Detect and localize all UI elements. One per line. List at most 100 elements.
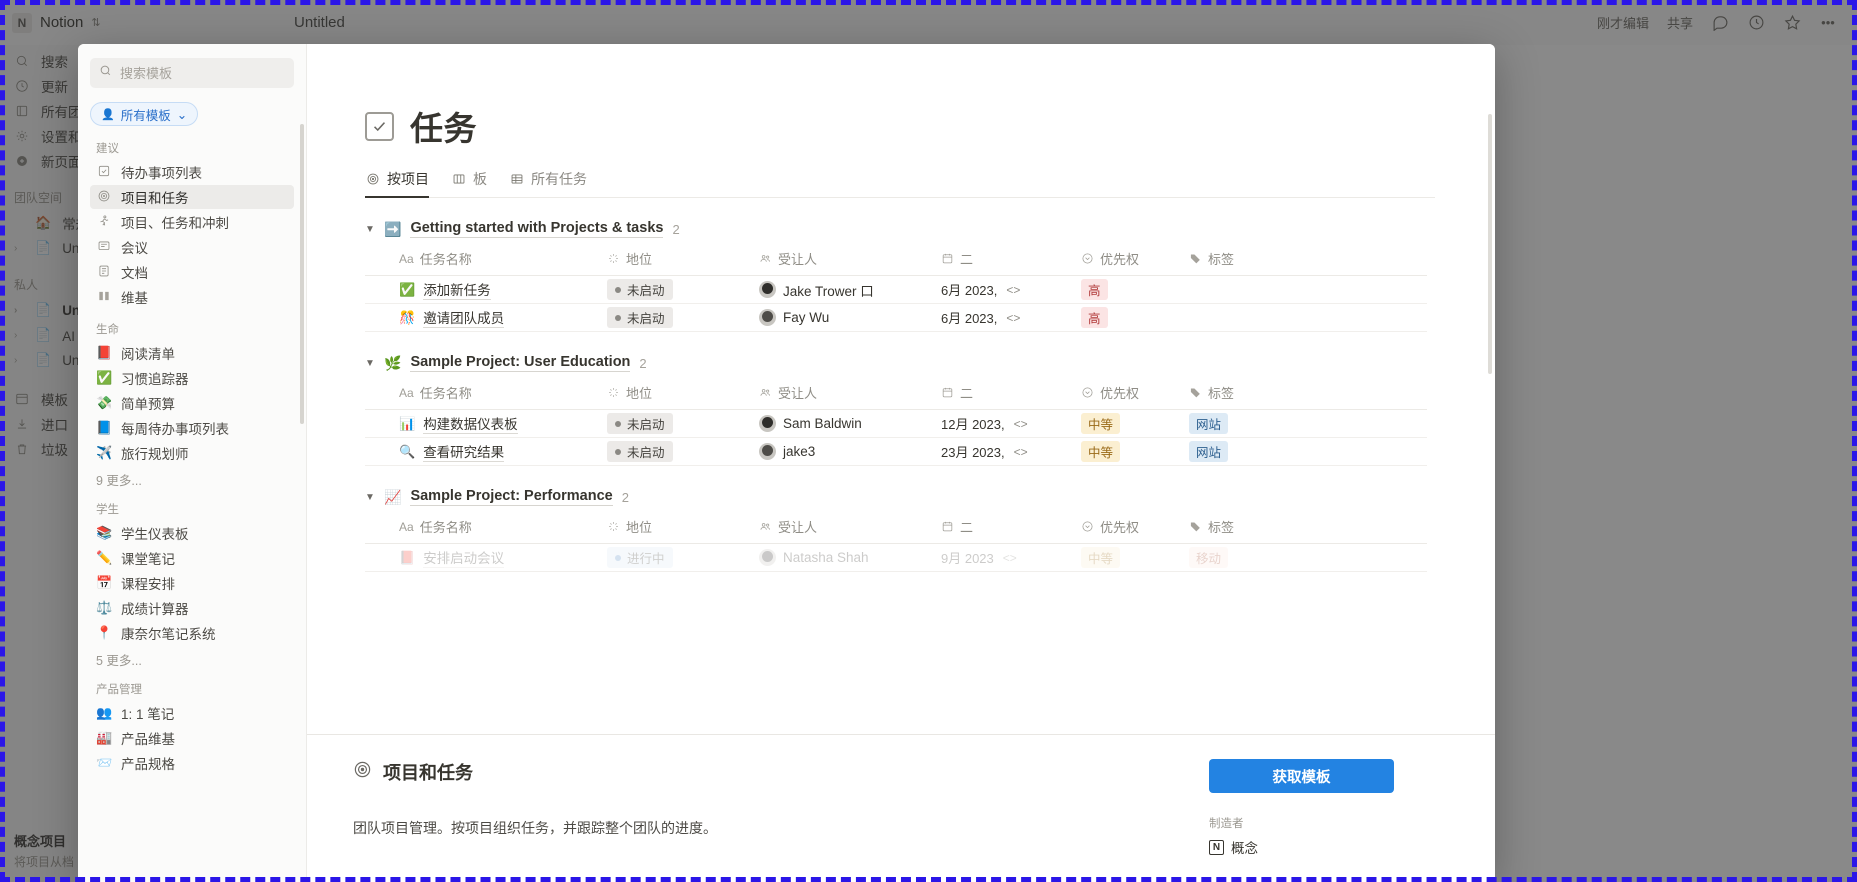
column-header-status[interactable]: 地位 — [607, 512, 759, 544]
cell-assignee[interactable]: jake3 — [759, 437, 941, 466]
template-item-projects-tasks-sprints[interactable]: 项目、任务和冲刺 — [90, 210, 294, 234]
cell-priority[interactable]: 高 — [1081, 303, 1189, 332]
cell-tag[interactable]: 移动 — [1189, 543, 1337, 572]
column-label: 标签 — [1208, 520, 1235, 535]
get-template-button[interactable]: 获取模板 — [1209, 759, 1394, 793]
column-header-priority[interactable]: 优先权 — [1081, 512, 1189, 544]
cell-tag[interactable] — [1189, 275, 1337, 304]
template-item-reading-list[interactable]: 📕 阅读清单 — [90, 341, 294, 365]
task-table: Aa 任务名称 地位 受让人 二 优先权 标签 📊 构建数据仪表板 未启动 Sa… — [365, 378, 1427, 466]
template-item-cornell-notes[interactable]: 📍 康奈尔笔记系统 — [90, 621, 294, 645]
template-item-student-dashboard[interactable]: 📚 学生仪表板 — [90, 521, 294, 545]
cell-assignee[interactable]: Jake Trower 口 — [759, 275, 941, 304]
column-header-task-name[interactable]: Aa 任务名称 — [365, 378, 607, 410]
column-header-tag[interactable]: 标签 — [1189, 378, 1337, 410]
template-search-box[interactable] — [90, 58, 294, 88]
cell-status[interactable]: 未启动 — [607, 409, 759, 438]
cell-priority[interactable]: 中等 — [1081, 543, 1189, 572]
cell-date[interactable]: 9月 2023 <> — [941, 543, 1081, 572]
table-row[interactable]: ✅ 添加新任务 未启动 Jake Trower 口 6月 2023, <> 高 — [365, 275, 1427, 304]
column-header-task-name[interactable]: Aa 任务名称 — [365, 512, 607, 544]
template-item-product-spec[interactable]: 📨 产品规格 — [90, 751, 294, 775]
cell-priority[interactable]: 高 — [1081, 275, 1189, 304]
template-item-label: 习惯追踪器 — [121, 372, 189, 387]
column-header-status[interactable]: 地位 — [607, 378, 759, 410]
template-more-life[interactable]: 9 更多... — [90, 466, 294, 489]
template-item-projects-tasks[interactable]: 项目和任务 — [90, 185, 294, 209]
search-input[interactable] — [120, 65, 285, 81]
cell-status[interactable]: 未启动 — [607, 303, 759, 332]
chevron-down-icon[interactable]: ▼ — [365, 358, 375, 369]
cell-priority[interactable]: 中等 — [1081, 409, 1189, 438]
template-item-one-on-one-notes[interactable]: 👥 1: 1 笔记 — [90, 701, 294, 725]
cell-task-name[interactable]: 🔍 查看研究结果 — [365, 437, 607, 466]
row-emoji-icon: ✅ — [399, 281, 416, 297]
table-row[interactable]: 🔍 查看研究结果 未启动 jake3 23月 2023, <> 中等 网站 — [365, 437, 1427, 466]
template-item-travel-planner[interactable]: ✈️ 旅行规划师 — [90, 441, 294, 465]
cell-status[interactable]: 未启动 — [607, 437, 759, 466]
cell-tag[interactable]: 网站 — [1189, 409, 1337, 438]
group-header[interactable]: ▼ ➡️ Getting started with Projects & tas… — [365, 220, 1435, 238]
column-header-task-name[interactable]: Aa 任务名称 — [365, 244, 607, 276]
column-header-date[interactable]: 二 — [941, 512, 1081, 544]
column-header-assignee[interactable]: 受让人 — [759, 244, 941, 276]
cell-task-name[interactable]: 📕 安排启动会议 — [365, 543, 607, 572]
template-more-student[interactable]: 5 更多... — [90, 646, 294, 669]
template-item-weekly-todo[interactable]: 📘 每周待办事项列表 — [90, 416, 294, 440]
tab-by-project[interactable]: 按项目 — [365, 169, 429, 198]
cell-date[interactable]: 6月 2023, <> — [941, 275, 1081, 304]
column-header-status[interactable]: 地位 — [607, 244, 759, 276]
cell-assignee[interactable]: Fay Wu — [759, 303, 941, 332]
template-item-course-schedule[interactable]: 📅 课程安排 — [90, 571, 294, 595]
target-icon — [96, 189, 112, 206]
cell-date[interactable]: 23月 2023, <> — [941, 437, 1081, 466]
column-header-priority[interactable]: 优先权 — [1081, 378, 1189, 410]
template-item-wiki[interactable]: 维基 — [90, 285, 294, 309]
template-item-class-notes[interactable]: ✏️ 课堂笔记 — [90, 546, 294, 570]
cell-task-name[interactable]: ✅ 添加新任务 — [365, 275, 607, 304]
group-header[interactable]: ▼ 🌿 Sample Project: User Education 2 — [365, 354, 1435, 372]
column-header-date[interactable]: 二 — [941, 244, 1081, 276]
cell-priority[interactable]: 中等 — [1081, 437, 1189, 466]
column-header-tag[interactable]: 标签 — [1189, 244, 1337, 276]
template-item-docs[interactable]: 文档 — [90, 260, 294, 284]
table-row[interactable]: 📊 构建数据仪表板 未启动 Sam Baldwin 12月 2023, <> 中等 … — [365, 409, 1427, 438]
cell-tag[interactable]: 网站 — [1189, 437, 1337, 466]
template-item-todo-list[interactable]: 待办事项列表 — [90, 160, 294, 184]
column-header-tag[interactable]: 标签 — [1189, 512, 1337, 544]
table-row[interactable]: 🎊 邀请团队成员 未启动 Fay Wu 6月 2023, <> 高 — [365, 303, 1427, 332]
column-header-assignee[interactable]: 受让人 — [759, 512, 941, 544]
preview-scrollbar[interactable] — [1488, 114, 1492, 374]
all-templates-filter[interactable]: 👤 所有模板 ⌄ — [90, 102, 199, 126]
chevron-down-icon[interactable]: ▼ — [365, 492, 375, 503]
template-item-meetings[interactable]: 会议 — [90, 235, 294, 259]
table-header-row: Aa 任务名称 地位 受让人 二 优先权 标签 — [365, 244, 1427, 276]
template-item-habit-tracker[interactable]: ✅ 习惯追踪器 — [90, 366, 294, 390]
template-item-simple-budget[interactable]: 💸 简单预算 — [90, 391, 294, 415]
cell-assignee[interactable]: Sam Baldwin — [759, 409, 941, 438]
column-label: 标签 — [1208, 386, 1235, 401]
column-header-priority[interactable]: 优先权 — [1081, 244, 1189, 276]
tab-all-tasks[interactable]: 所有任务 — [509, 169, 587, 197]
table-row[interactable]: 📕 安排启动会议 进行中 Natasha Shah 9月 2023 <> 中等 移动 — [365, 543, 1427, 572]
template-gallery-modal: 👤 所有模板 ⌄ 建议 待办事项列表 项目和任务 — [78, 44, 1495, 882]
cell-task-name[interactable]: 📊 构建数据仪表板 — [365, 409, 607, 438]
template-list-scrollbar[interactable] — [300, 124, 304, 424]
chevron-down-icon[interactable]: ▼ — [365, 224, 375, 235]
cell-status[interactable]: 未启动 — [607, 275, 759, 304]
cell-task-name[interactable]: 🎊 邀请团队成员 — [365, 303, 607, 332]
cell-date[interactable]: 12月 2023, <> — [941, 409, 1081, 438]
cell-date[interactable]: 6月 2023, <> — [941, 303, 1081, 332]
template-item-grade-calculator[interactable]: ⚖️ 成绩计算器 — [90, 596, 294, 620]
doc-icon — [96, 264, 112, 281]
template-item-product-wiki[interactable]: 🏭 产品维基 — [90, 726, 294, 750]
cell-tag[interactable] — [1189, 303, 1337, 332]
cell-status[interactable]: 进行中 — [607, 543, 759, 572]
group-header[interactable]: ▼ 📈 Sample Project: Performance 2 — [365, 488, 1435, 506]
column-header-date[interactable]: 二 — [941, 378, 1081, 410]
tag-icon — [1190, 254, 1200, 264]
tab-label: 所有任务 — [531, 171, 587, 187]
column-header-assignee[interactable]: 受让人 — [759, 378, 941, 410]
cell-assignee[interactable]: Natasha Shah — [759, 543, 941, 572]
tab-board[interactable]: 板 — [451, 169, 487, 197]
